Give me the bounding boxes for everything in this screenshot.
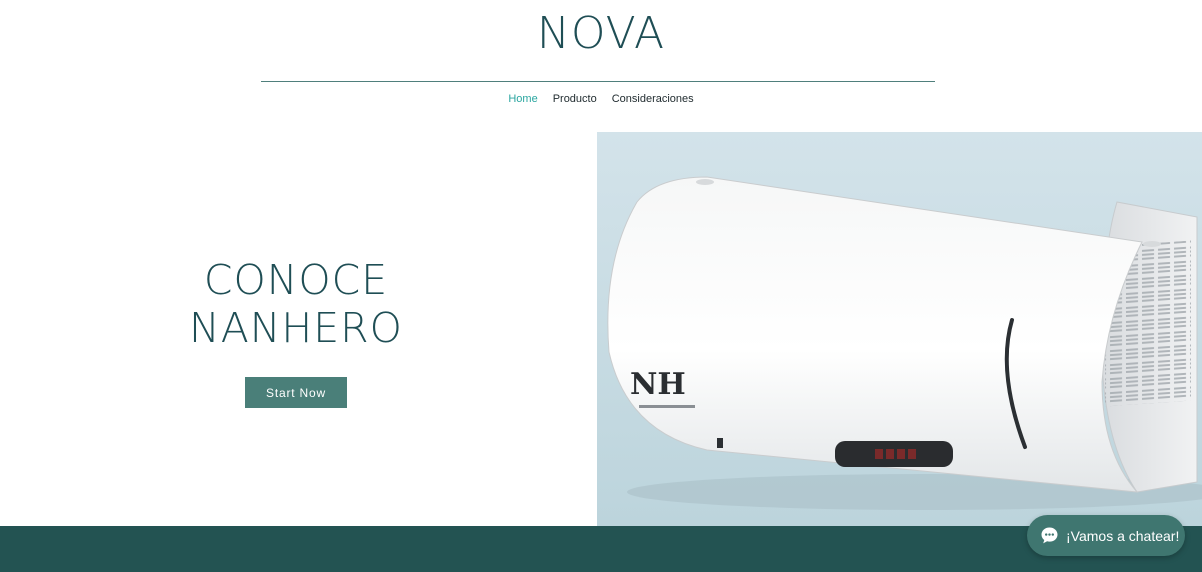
chat-label: ¡Vamos a chatear! — [1066, 527, 1180, 544]
nav-item-producto[interactable]: Producto — [553, 93, 597, 105]
product-image: NH — [597, 132, 1202, 527]
main-nav: Home Producto Consideraciones — [0, 93, 1202, 105]
hero-heading: CONOCE NANHERO — [146, 256, 446, 352]
header-divider — [261, 81, 935, 82]
hero-heading-line-1: CONOCE — [203, 256, 389, 304]
site-title[interactable]: NOVA — [0, 8, 1202, 59]
chat-button[interactable]: ¡Vamos a chatear! — [1027, 515, 1185, 556]
chat-bubble-icon — [1040, 526, 1059, 545]
nav-item-home[interactable]: Home — [508, 93, 537, 105]
hero-heading-line-2: NANHERO — [189, 304, 403, 352]
nav-item-consideraciones[interactable]: Consideraciones — [612, 93, 694, 105]
page: NOVA Home Producto Consideraciones CONOC… — [0, 0, 1202, 572]
footer-band — [0, 526, 1202, 572]
start-now-button[interactable]: Start Now — [245, 377, 347, 408]
svg-text:NH: NH — [630, 367, 686, 402]
